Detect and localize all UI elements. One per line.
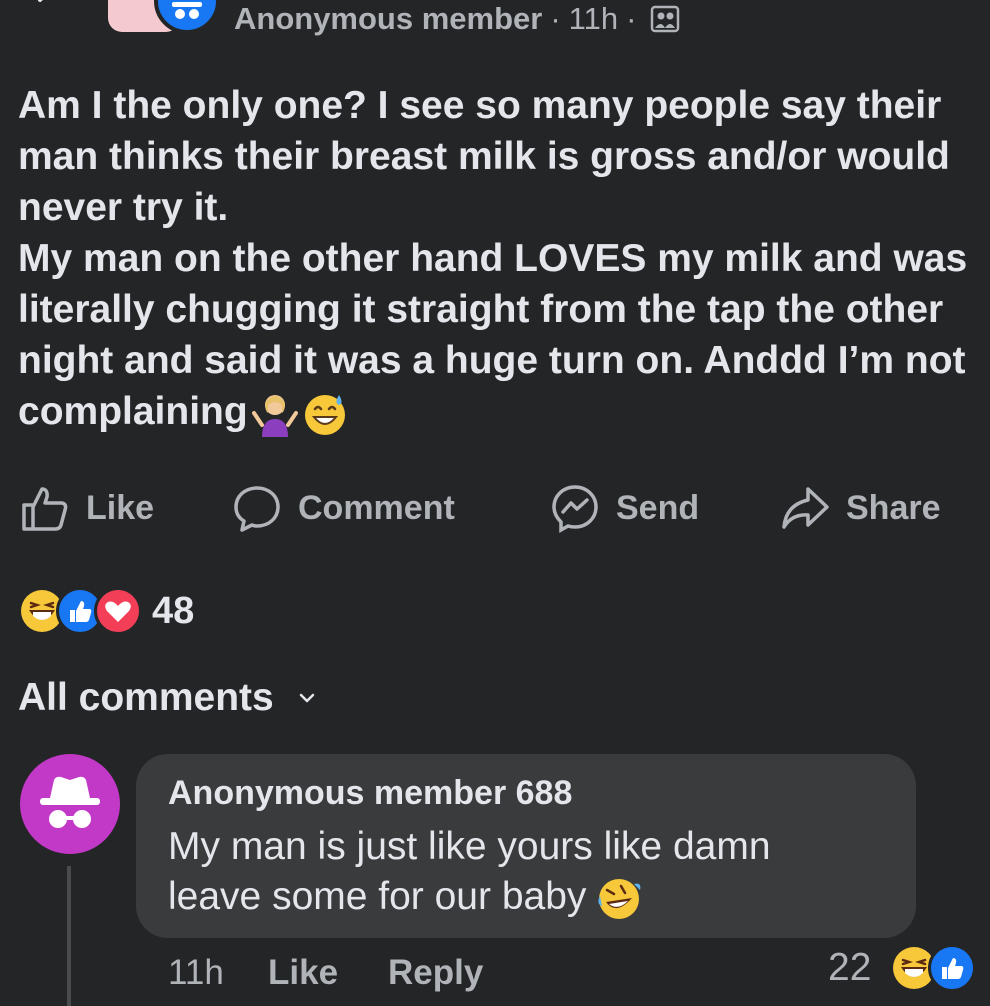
reactions-summary[interactable]: 48 <box>18 586 194 636</box>
comment-time[interactable]: 11h <box>168 950 224 996</box>
comment-reactions[interactable] <box>890 944 976 992</box>
anonymous-avatar-icon[interactable] <box>154 0 220 34</box>
back-arrow-icon[interactable] <box>28 0 68 18</box>
commenter-anonymous-avatar-icon[interactable] <box>20 754 120 854</box>
thread-line <box>67 866 71 1006</box>
send-label: Send <box>616 488 700 527</box>
send-button[interactable]: Send <box>550 480 699 536</box>
comments-sort-dropdown[interactable]: All comments <box>18 672 318 724</box>
comment-text: My man is just like yours like damn leav… <box>168 822 908 922</box>
post-text: Am I the only one? I see so many people … <box>18 80 978 437</box>
comment-reply-button[interactable]: Reply <box>388 950 483 996</box>
like-label: Like <box>86 488 155 527</box>
avatar-stack[interactable] <box>108 0 220 36</box>
comment-icon <box>234 486 280 532</box>
comment-body: My man is just like yours like damn leav… <box>168 825 771 918</box>
woman-shrugging-emoji <box>251 394 298 437</box>
thumbs-up-icon <box>22 487 68 531</box>
comment-button[interactable]: Comment <box>232 480 455 536</box>
separator: · <box>550 1 561 36</box>
group-icon <box>651 5 680 33</box>
comment-author[interactable]: Anonymous member 688 <box>168 774 572 813</box>
comment-label: Comment <box>298 488 455 527</box>
like-reaction-icon <box>928 944 976 992</box>
separator: · <box>626 1 637 36</box>
reaction-count: 48 <box>152 589 195 632</box>
comment-reaction-count[interactable]: 22 <box>828 946 871 990</box>
chevron-down-icon <box>299 693 314 703</box>
post-header-meta: Anonymous member · 11h · <box>234 0 680 38</box>
share-label: Share <box>846 488 941 527</box>
grinning-sweat-emoji <box>304 394 345 435</box>
more-options-icon[interactable] <box>905 0 975 6</box>
post-time[interactable]: 11h <box>569 1 618 37</box>
like-button[interactable]: Like <box>20 480 154 536</box>
share-button[interactable]: Share <box>780 480 941 536</box>
post-author[interactable]: Anonymous member <box>234 1 542 37</box>
post-body: Am I the only one? I see so many people … <box>18 84 968 433</box>
share-arrow-icon <box>782 487 829 529</box>
comment-like-button[interactable]: Like <box>268 950 338 996</box>
love-reaction-icon <box>94 587 142 635</box>
messenger-icon <box>552 485 598 533</box>
rolling-laughing-emoji <box>598 878 641 919</box>
comments-sort-label: All comments <box>18 676 274 719</box>
